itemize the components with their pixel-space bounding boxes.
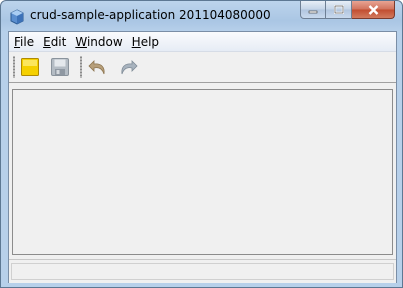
menu-edit[interactable]: Edit [39,35,70,49]
caption-buttons [300,1,395,20]
menu-edit-mnemonic: E [43,34,51,49]
maximize-icon [333,5,344,14]
maximize-button[interactable] [326,1,352,19]
menu-window-label: indow [86,34,123,49]
menu-file-label: ile [20,34,35,49]
application-window: crud-sample-application 201104080000 Fil… [0,0,403,288]
minimize-icon [308,10,318,13]
undo-icon [88,60,105,75]
editor-area[interactable] [12,89,393,255]
redo-icon [121,60,138,75]
status-text [11,263,394,280]
menu-help[interactable]: Help [128,35,163,49]
menu-bar: File Edit Window Help [9,32,396,52]
toolbar-separator [80,56,82,78]
menu-window[interactable]: Window [71,35,126,49]
netbeans-cube-icon [10,9,24,25]
menu-window-mnemonic: W [75,34,87,49]
new-file-icon [21,58,39,76]
title-bar[interactable]: crud-sample-application 201104080000 [1,1,402,31]
menu-help-mnemonic: H [131,34,141,49]
window-title: crud-sample-application 201104080000 [30,8,271,22]
menu-file[interactable]: File [10,35,38,49]
new-button[interactable] [19,56,41,78]
save-button[interactable] [49,56,71,78]
minimize-button[interactable] [300,1,326,19]
close-icon [368,4,378,15]
redo-button[interactable] [117,56,139,78]
toolbar-grip[interactable] [13,56,15,78]
menu-help-label: elp [140,34,160,49]
undo-button[interactable] [87,56,109,78]
client-area: File Edit Window Help [8,31,397,283]
toolbar [9,52,396,83]
save-icon [51,58,69,76]
status-bar [9,259,396,283]
close-button[interactable] [352,1,395,19]
menu-edit-label: dit [50,34,67,49]
